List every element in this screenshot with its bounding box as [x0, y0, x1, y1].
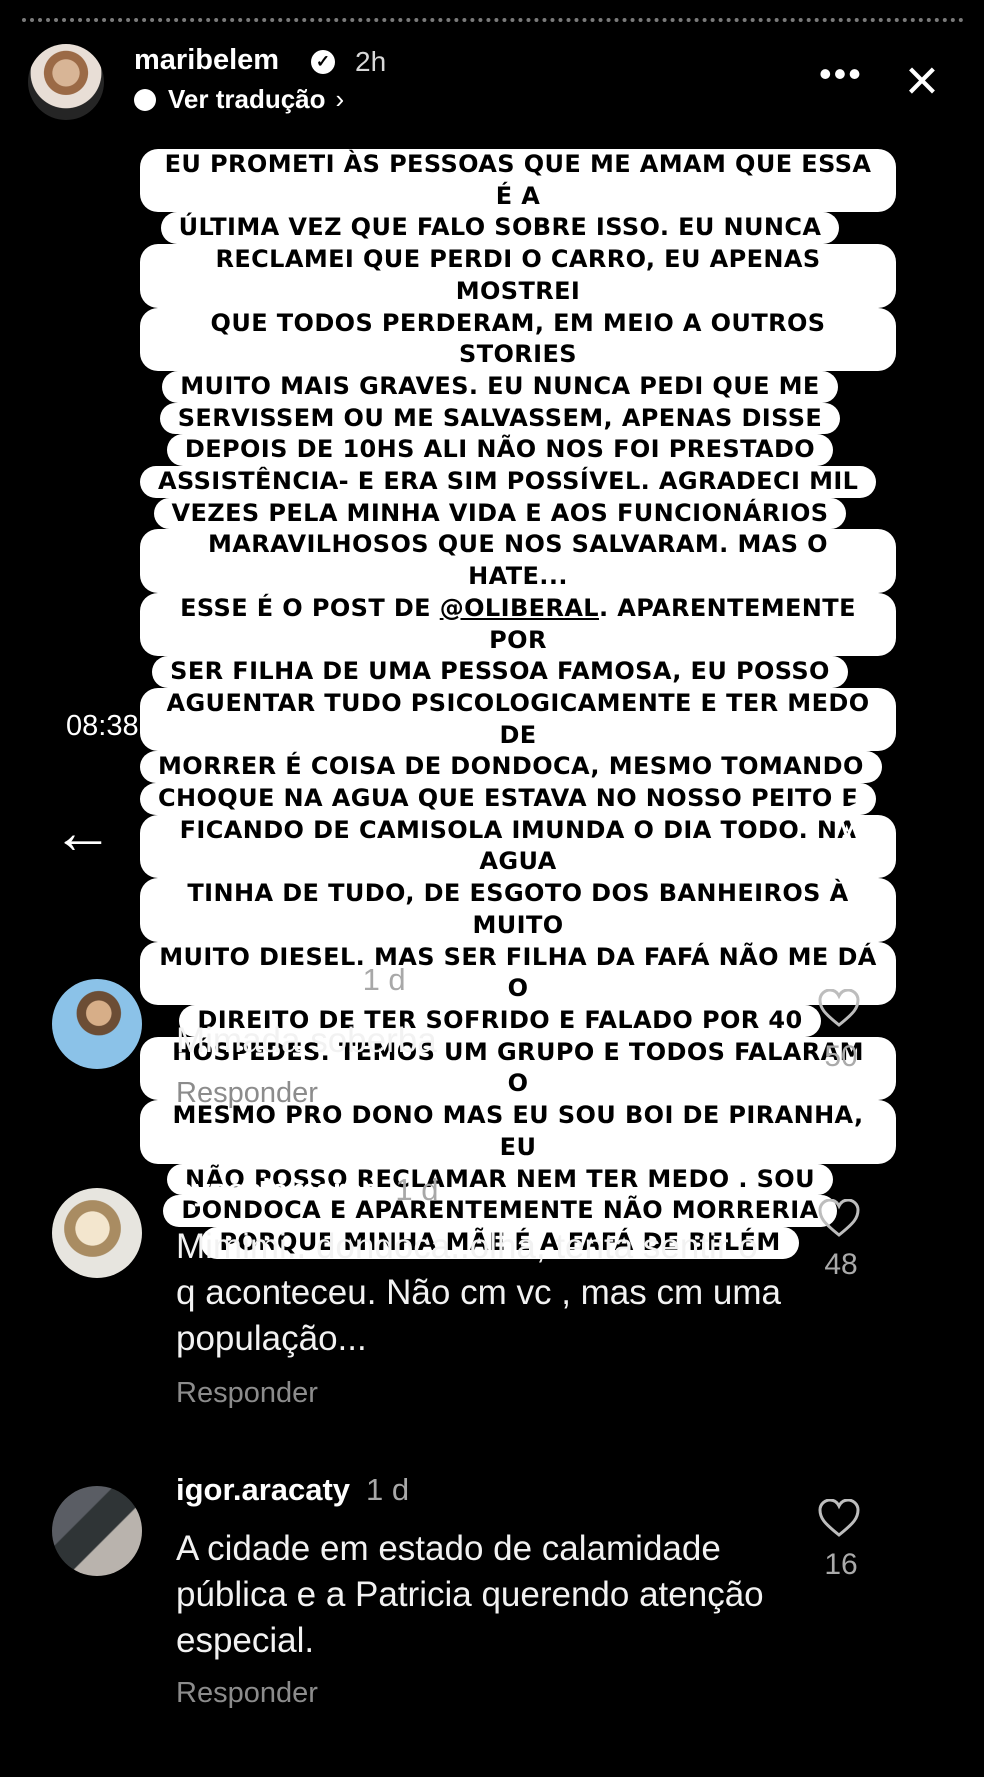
chevron-right-icon: › [335, 84, 345, 114]
story-posted-time: 2h [355, 46, 387, 77]
comment-username[interactable]: igor.aracaty [176, 1472, 350, 1507]
comment-avatar[interactable] [52, 1486, 142, 1576]
comment-username-row: andreereiro 1 d [176, 962, 406, 998]
comment-time: 1 d [395, 1172, 439, 1207]
overlay-timestamp: 08:38 [66, 710, 139, 742]
like-count: 50 [824, 1040, 858, 1073]
story-avatar[interactable] [28, 44, 104, 120]
comment-username-row: syssalamarca 1 d [176, 1172, 439, 1208]
story-text-line: QUE TODOS PERDERAM, EM MEIO A OUTROS STO… [140, 307, 896, 371]
story-text-line: SER FILHA DE UMA PESSOA FAMOSA, EU POSSO [152, 656, 848, 688]
story-text-line: SERVISSEM OU ME SALVASSEM, APENAS DISSE [159, 402, 841, 435]
translation-label: Ver tradução [168, 84, 326, 114]
close-icon[interactable]: × [905, 52, 939, 110]
comment-avatar[interactable] [52, 979, 142, 1069]
back-arrow-icon[interactable]: ← [52, 802, 114, 864]
comment-text: Mimada soberba [176, 1021, 437, 1060]
heart-icon[interactable] [818, 989, 860, 1027]
story-text-line: DEPOIS DE 10HS ALI NÃO NOS FOI PRESTADO [166, 434, 834, 467]
story-text-line: MUITO MAIS GRAVES. EU NUNCA PEDI QUE ME [162, 370, 838, 403]
story-username[interactable]: maribelem [134, 44, 279, 77]
translation-link[interactable]: Ver tradução › [134, 84, 344, 115]
comment-time: 1 d [366, 1472, 410, 1507]
mention-prefix: ESSE É O POST DE [180, 593, 440, 622]
comment-text: Mimimi.. dondoca..olha, tenta sentir o q… [176, 1227, 781, 1358]
story-text-line: CHOQUE NA AGUA QUE ESTAVA NO NOSSO PEITO… [140, 783, 877, 815]
send-icon[interactable] [822, 798, 866, 842]
mention-link[interactable]: @OLIBERAL [440, 594, 599, 622]
comment-time: 1 d [362, 962, 406, 997]
comment-text: A cidade em estado de calamidade pública… [176, 1529, 764, 1660]
like-count: 16 [824, 1548, 858, 1581]
reply-button[interactable]: Responder [176, 1077, 318, 1110]
story-progress-bar [22, 18, 964, 27]
story-text-line-with-mention: ESSE É O POST DE @OLIBERAL. APARENTEMENT… [140, 592, 896, 657]
story-text-line: VEZES PELA MINHA VIDA E AOS FUNCIONÁRIOS [153, 497, 847, 530]
story-text-line: MARAVILHOSOS QUE NOS SALVARAM. MAS O HAT… [140, 529, 896, 593]
reply-button[interactable]: Responder [176, 1677, 318, 1710]
comment-username[interactable]: andreereiro [176, 962, 347, 997]
story-text-line: ASSISTÊNCIA- E ERA SIM POSSÍVEL. AGRADEC… [140, 466, 877, 498]
like-count: 48 [824, 1248, 858, 1281]
story-text-line: FICANDO DE CAMISOLA IMUNDA O DIA TODO. N… [140, 814, 896, 879]
comment-username[interactable]: syssalamarca [176, 1172, 379, 1207]
heart-icon[interactable] [818, 1499, 860, 1537]
story-text-line: AGUENTAR TUDO PSICOLOGICAMENTE E TER MED… [140, 687, 896, 752]
heart-icon[interactable] [818, 1199, 860, 1237]
chat-bubble-icon [134, 89, 156, 111]
story-text-line: TINHA DE TUDO, DE ESGOTO DOS BANHEIROS À… [140, 878, 896, 942]
reply-button[interactable]: Responder [176, 1377, 318, 1410]
story-text-line: MORRER É COISA DE DONDOCA, MESMO TOMANDO [140, 751, 882, 784]
verified-icon: ✓ [311, 50, 335, 74]
story-text-line: EU PROMETI ÀS PESSOAS QUE ME AMAM QUE ES… [140, 149, 896, 213]
more-icon[interactable]: ••• [819, 56, 863, 92]
story-text-line: ÚLTIMA VEZ QUE FALO SOBRE ISSO. EU NUNCA [160, 212, 840, 245]
comment-avatar[interactable] [52, 1188, 142, 1278]
story-text-line: RECLAMEI QUE PERDI O CARRO, EU APENAS MO… [140, 244, 896, 308]
comment-username-row: igor.aracaty 1 d [176, 1472, 409, 1508]
